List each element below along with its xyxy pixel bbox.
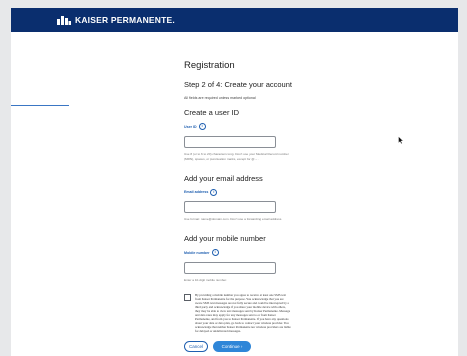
continue-button[interactable]: Continue › xyxy=(213,341,251,353)
sms-consent-text: By providing a mobile number you agree t… xyxy=(195,292,291,334)
sms-consent: By providing a mobile number you agree t… xyxy=(184,293,394,334)
brand-name[interactable]: KAISER PERMANENTE. xyxy=(75,15,175,25)
mobile-input[interactable] xyxy=(184,261,276,274)
mobile-section-title: Add your mobile number xyxy=(184,234,266,243)
mobile-label-row: Mobile number i xyxy=(184,249,394,256)
kaiser-logo-icon[interactable] xyxy=(57,15,71,25)
user-id-input[interactable] xyxy=(184,135,276,148)
side-accent-line xyxy=(11,105,69,106)
required-note: All fields are required unless marked op… xyxy=(184,96,256,100)
info-icon[interactable]: i xyxy=(198,123,206,130)
user-id-help: Use 8 (or to 6 to 20) characters long. D… xyxy=(184,151,289,161)
user-id-label: User ID xyxy=(184,124,197,129)
step-indicator: Step 2 of 4: Create your account xyxy=(184,80,292,89)
page-title: Registration xyxy=(184,60,235,71)
mobile-help: Enter a 10-digit mobile number. xyxy=(184,277,227,282)
site-header: KAISER PERMANENTE. xyxy=(11,8,458,32)
cancel-button[interactable]: Cancel xyxy=(184,341,208,353)
registration-page: KAISER PERMANENTE. Registration Step 2 o… xyxy=(11,8,458,356)
email-label-row: Email address i xyxy=(184,188,394,196)
mouse-cursor-icon xyxy=(398,136,404,144)
form-actions: Cancel Continue › xyxy=(184,341,394,353)
email-input[interactable] xyxy=(184,201,276,213)
email-help: Use format: name@domain.com. Don't use a… xyxy=(184,217,283,221)
user-id-label-row: User ID i xyxy=(184,123,394,130)
user-id-section-title: Create a user ID xyxy=(184,108,240,117)
info-icon[interactable]: i xyxy=(211,249,219,256)
email-section-title: Add your email address xyxy=(184,173,263,183)
sms-consent-checkbox[interactable] xyxy=(184,293,191,301)
info-icon[interactable]: i xyxy=(210,188,218,196)
registration-form: Registration Step 2 of 4: Create your ac… xyxy=(184,60,394,353)
mobile-label: Mobile number xyxy=(184,250,210,255)
email-label: Email address xyxy=(184,190,209,194)
